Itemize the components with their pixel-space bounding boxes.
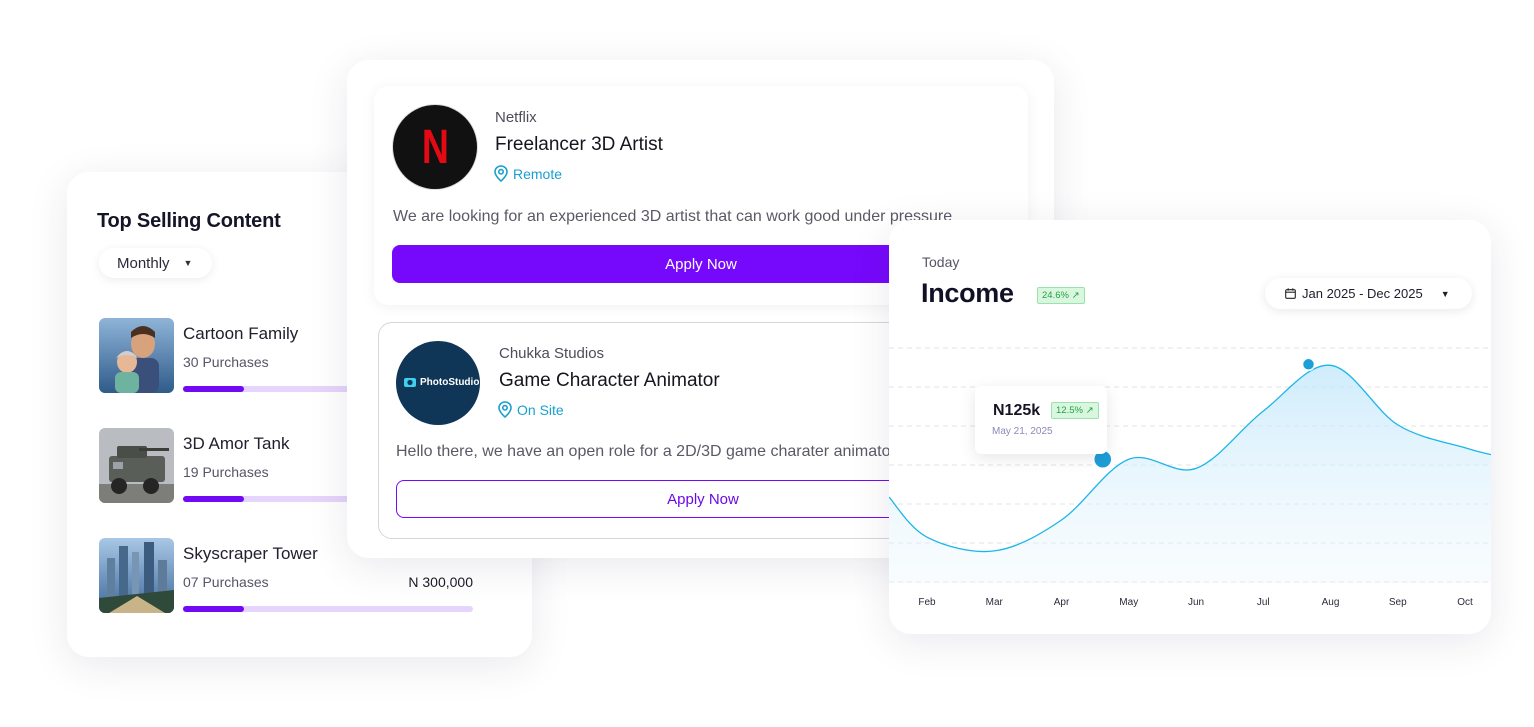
item-name: 3D Amor Tank: [183, 434, 290, 453]
chart-tooltip: N125k 12.5% ↗ May 21, 2025: [975, 386, 1107, 454]
tank-thumbnail: [99, 428, 174, 503]
period-label: Today: [922, 254, 960, 270]
company-name: Netflix: [495, 109, 537, 126]
cartoon-family-thumbnail: [99, 318, 174, 393]
item-purchases: 19 Purchases: [183, 464, 269, 480]
job-title: Game Character Animator: [499, 370, 720, 391]
date-range-picker[interactable]: Jan 2025 - Dec 2025 ▼: [1265, 278, 1472, 309]
date-range-label: Jan 2025 - Dec 2025: [1302, 286, 1423, 301]
peak-point[interactable]: [1301, 357, 1316, 372]
x-tick-label: Aug: [1321, 597, 1340, 608]
job-location-label: On Site: [517, 401, 564, 418]
item-progress-fill: [183, 386, 244, 392]
item-progress-fill: [183, 606, 244, 612]
job-location: Remote: [494, 165, 562, 182]
job-location-label: Remote: [513, 165, 563, 182]
x-tick-label: Apr: [1053, 597, 1070, 608]
income-title: Income: [921, 278, 1014, 308]
x-tick-label: Jun: [1187, 597, 1205, 608]
x-tick-label: Sep: [1388, 597, 1407, 608]
tooltip-value: N125k: [993, 402, 1041, 419]
job-location: On Site: [498, 401, 564, 418]
skyscraper-thumbnail: [99, 538, 174, 613]
x-tick-label: Oct: [1457, 597, 1473, 608]
item-progress-fill: [183, 496, 244, 502]
x-tick-label: May: [1119, 597, 1139, 608]
period-dropdown[interactable]: Monthly ▼: [99, 248, 213, 278]
x-tick-label: Mar: [985, 597, 1003, 608]
income-change-badge: 24.6% ↗: [1037, 287, 1085, 304]
calendar-icon: [1285, 288, 1296, 299]
photostudio-logo: PhotoStudio: [396, 341, 480, 425]
item-progress-bar: [183, 606, 473, 612]
x-tick-label: Feb: [918, 597, 936, 608]
location-pin-icon: [498, 401, 512, 418]
chevron-down-icon: ▼: [1440, 288, 1450, 299]
item-price: N 300,000: [408, 574, 473, 590]
top-selling-title: Top Selling Content: [97, 210, 281, 232]
tooltip-date: May 21, 2025: [992, 426, 1053, 437]
income-card: Today Income 24.6% ↗ Jan 2025 - Dec 2025…: [889, 220, 1491, 634]
period-dropdown-label: Monthly: [117, 254, 170, 272]
item-name: Skyscraper Tower: [183, 544, 318, 563]
x-tick-label: Jul: [1256, 597, 1270, 608]
netflix-logo-glyph: N: [421, 120, 449, 174]
item-purchases: 07 Purchases: [183, 574, 269, 590]
location-pin-icon: [494, 165, 508, 182]
company-name: Chukka Studios: [499, 345, 605, 362]
job-title: Freelancer 3D Artist: [495, 134, 663, 155]
photostudio-logo-text: PhotoStudio: [420, 377, 480, 388]
netflix-logo: N: [393, 105, 477, 189]
item-purchases: 30 Purchases: [183, 354, 269, 370]
item-name: Cartoon Family: [183, 324, 299, 343]
caret-down-icon: ▼: [183, 258, 193, 268]
tooltip-change-badge: 12.5% ↗: [1051, 402, 1099, 419]
